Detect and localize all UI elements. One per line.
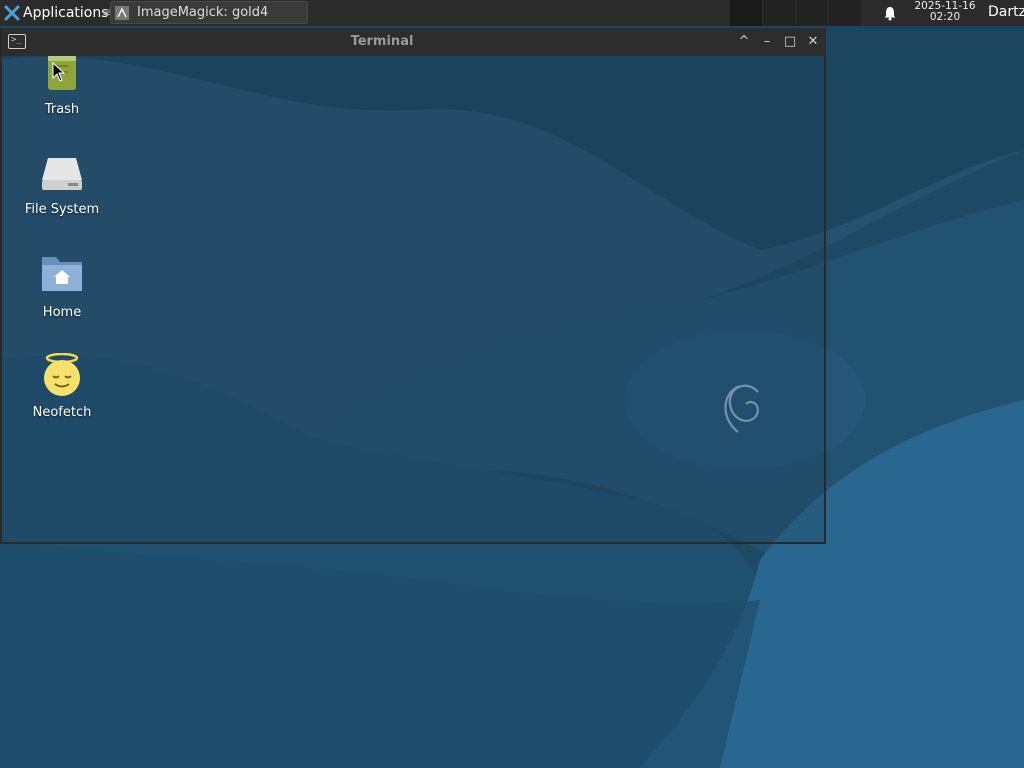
taskbar-item-label: ImageMagick: gold4 <box>137 5 269 20</box>
desktop-icon-trash[interactable]: Trash <box>7 50 117 117</box>
workspace-4[interactable] <box>829 0 862 26</box>
clock[interactable]: 2025-11-16 02:20 <box>906 1 984 23</box>
bell-icon[interactable] <box>882 5 898 21</box>
taskbar-item-imagemagick[interactable]: ImageMagick: gold4 <box>110 1 308 24</box>
desktop-icon-neofetch[interactable]: Neofetch <box>7 352 117 420</box>
home-folder-icon <box>38 253 86 301</box>
clock-time: 02:20 <box>929 11 961 23</box>
close-button[interactable]: ✕ <box>805 34 821 50</box>
workspace-3[interactable] <box>796 0 829 26</box>
terminal-titlebar[interactable]: >_ Terminal ^ – □ ✕ <box>2 28 826 56</box>
desktop-icon-label: Home <box>42 305 82 320</box>
desktop-icon-label: Neofetch <box>32 405 92 420</box>
workspace-switcher[interactable] <box>730 0 862 26</box>
terminal-content[interactable] <box>2 56 824 542</box>
desktop-icon-label: File System <box>24 202 100 217</box>
desktop-icon-label: Trash <box>44 102 80 117</box>
top-panel: Applications ≡ ImageMagick: gold4 2025-1… <box>0 0 1024 26</box>
angel-smiley-icon <box>38 352 86 401</box>
xfce-logo-icon <box>4 5 20 21</box>
desktop-icon-home[interactable]: Home <box>7 253 117 320</box>
user-menu[interactable]: Dartz <box>988 4 1024 20</box>
workspace-1[interactable] <box>730 0 763 26</box>
shade-button[interactable]: ^ <box>736 34 752 50</box>
applications-label: Applications <box>23 5 109 21</box>
drive-icon <box>38 150 86 198</box>
desktop-icon-file-system[interactable]: File System <box>7 150 117 217</box>
applications-menu-button[interactable]: Applications <box>0 0 113 26</box>
terminal-window[interactable]: >_ Terminal ^ – □ ✕ <box>0 28 826 544</box>
mouse-pointer-icon <box>52 62 66 82</box>
maximize-button[interactable]: □ <box>782 34 798 50</box>
minimize-button[interactable]: – <box>759 34 775 50</box>
imagemagick-icon <box>115 5 129 20</box>
workspace-2[interactable] <box>763 0 796 26</box>
